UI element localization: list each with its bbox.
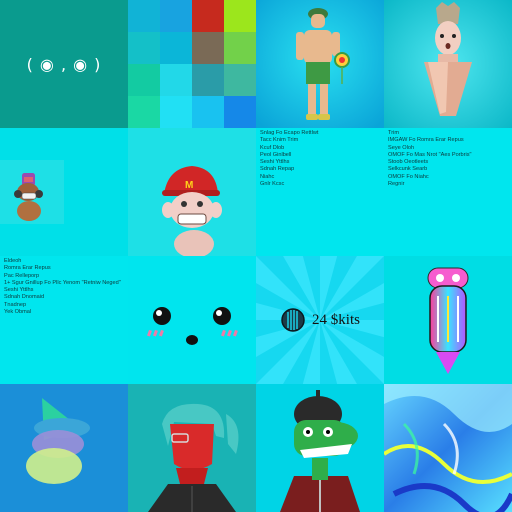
tile-traits-list-a[interactable]: Snlag Fo Ecapo Rettlwt Tacc Knim Trim Kc… xyxy=(256,128,384,256)
tile-dino[interactable] xyxy=(256,384,384,512)
mosaic-cell xyxy=(128,64,160,96)
tile-ape-pair[interactable] xyxy=(0,128,128,256)
tile-robot-capsule[interactable] xyxy=(384,256,512,384)
nft-grid: ( ◉ , ◉ ) M Snlag Fo Ecapo Rettlwt Tacc … xyxy=(0,0,512,512)
mosaic-cell xyxy=(224,64,256,96)
mosaic-cell xyxy=(224,96,256,128)
trait-line: Snlag Fo Ecapo Rettlwt xyxy=(260,130,319,136)
trait-line: Tnadnep xyxy=(4,301,27,308)
trait-line: Trim xyxy=(388,130,399,136)
mohawk-bust-image xyxy=(384,0,512,128)
trait-line: Peol Ginlbell xyxy=(260,151,292,158)
mosaic-cell xyxy=(192,96,224,128)
kits-label: 24 $kits xyxy=(312,311,360,328)
tile-fluid-art[interactable] xyxy=(384,384,512,512)
mosaic-cell xyxy=(128,0,160,32)
mosaic-cell xyxy=(160,64,192,96)
mosaic-cell xyxy=(224,32,256,64)
trait-line: Sdnah Repap xyxy=(260,166,295,173)
trait-line: Seshi Yttlhs xyxy=(260,159,290,166)
trait-line: Eldeoh xyxy=(4,258,22,264)
trait-line: Gnlr Kcsc xyxy=(260,181,285,188)
svg-text:M: M xyxy=(185,180,193,191)
ape-cap-image: M xyxy=(128,128,256,256)
trait-line: IMGAW Fo Romra Erar Repus xyxy=(388,137,464,144)
robot-capsule-image xyxy=(384,256,512,384)
tile-face-text[interactable]: ( ◉ , ◉ ) xyxy=(0,0,128,128)
trait-line: 1+ Sgur Gnillup Fo Pllc Yenom "Retniw Ne… xyxy=(4,279,121,286)
trait-line: Yek Obmal xyxy=(4,309,32,316)
tile-traits-list-b[interactable]: Trim IMGAW Fo Romra Erar Repus Seye Oloh… xyxy=(384,128,512,256)
tile-shapes[interactable] xyxy=(0,384,128,512)
mosaic-cell xyxy=(224,0,256,32)
trait-line: Pac Relleporp xyxy=(4,272,40,279)
mosaic-cell xyxy=(192,0,224,32)
tile-cute-face[interactable] xyxy=(128,256,256,384)
mosaic-cell xyxy=(192,32,224,64)
tile-ape-cap[interactable]: M xyxy=(128,128,256,256)
tile-traits-list-c[interactable]: Eldeoh Romra Erar Repus Pac Relleporp 1+… xyxy=(0,256,128,384)
trait-line: Selkcunk Searb xyxy=(388,166,428,173)
mosaic-cell xyxy=(192,64,224,96)
mosaic-cell xyxy=(128,32,160,64)
trait-line: Seshi Yttlhs xyxy=(4,287,34,294)
trait-line: Niahc xyxy=(260,173,275,180)
trait-line: Stoob Oeotleets xyxy=(388,159,429,166)
mosaic-cell xyxy=(160,96,192,128)
face-text: ( ◉ , ◉ ) xyxy=(26,54,102,74)
anime-girl-image xyxy=(128,384,256,512)
dino-helmet-image xyxy=(256,384,384,512)
beach-man-image xyxy=(256,0,384,128)
tile-mohawk-bust[interactable] xyxy=(384,0,512,128)
tile-kits[interactable]: 24 $kits xyxy=(256,256,384,384)
tile-color-mosaic[interactable] xyxy=(128,0,256,128)
fluid-art-image xyxy=(384,384,512,512)
tile-anime-girl[interactable] xyxy=(128,384,256,512)
trait-line: Tacc Knim Trim xyxy=(260,137,299,144)
ape-left-image xyxy=(0,160,64,224)
mosaic-cell xyxy=(128,96,160,128)
trait-line: Romra Erar Repus xyxy=(4,265,51,272)
striped-coin-icon xyxy=(281,308,305,332)
geometric-shapes-image xyxy=(0,384,128,512)
mosaic-cell xyxy=(160,32,192,64)
tile-beach-man[interactable] xyxy=(256,0,384,128)
trait-line: OMOF Fo Mas Nrot "Aes Porbris" xyxy=(388,151,472,158)
trait-line: Seye Oloh xyxy=(388,144,415,151)
cute-face-image xyxy=(128,256,256,384)
trait-line: OMOF Fo Niahc xyxy=(388,173,429,180)
trait-line: Kcuf Dlob xyxy=(260,144,285,151)
mosaic-cell xyxy=(160,0,192,32)
trait-line: Regnir xyxy=(388,181,405,188)
trait-line: Sdnah Dnomaid xyxy=(4,294,45,301)
